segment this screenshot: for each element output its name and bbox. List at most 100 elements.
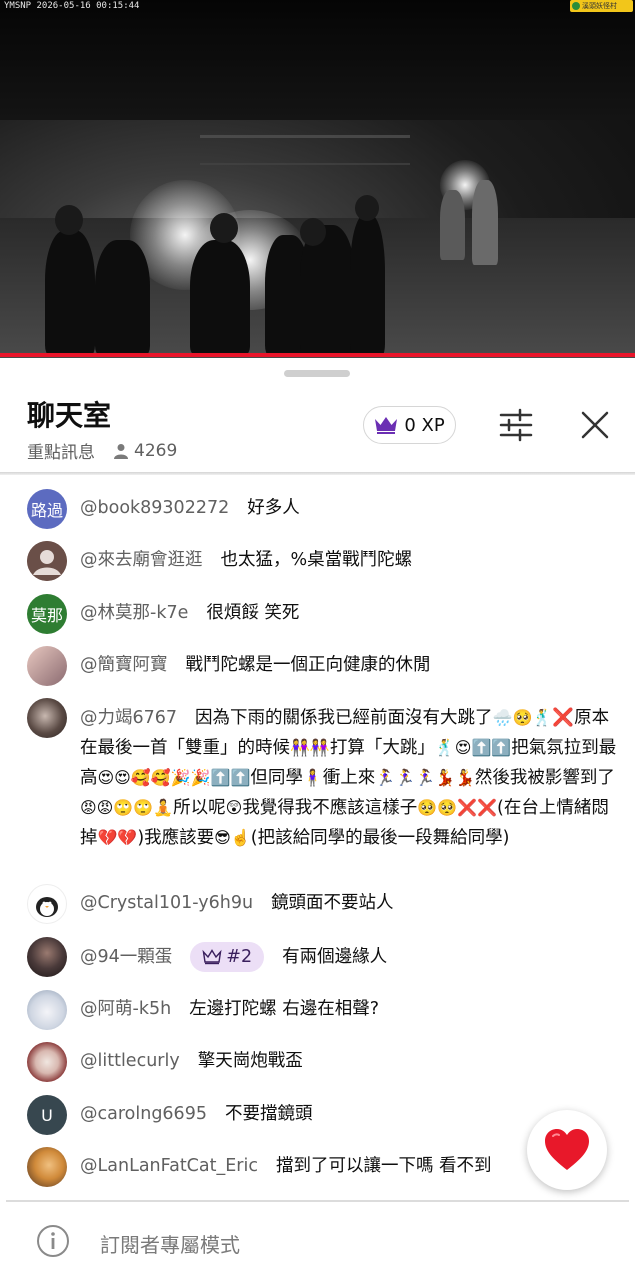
avatar[interactable] bbox=[27, 937, 67, 977]
chat-message[interactable]: @來去廟會逛逛 也太猛，%桌當戰鬥陀螺 bbox=[27, 541, 617, 581]
message-emoji: 🧍‍♀️ bbox=[302, 768, 323, 787]
message-body: @book89302272 好多人 bbox=[80, 489, 300, 529]
chat-subtitle: 重點訊息 4269 bbox=[27, 438, 178, 464]
chat-message[interactable]: @94一顆蛋 #2 有兩個邊緣人 bbox=[27, 937, 617, 977]
video-timestamp: YMSNP 2026-05-16 00:15:44 bbox=[4, 1, 140, 11]
avatar[interactable]: U bbox=[27, 1095, 67, 1135]
avatar[interactable]: 莫那 bbox=[27, 594, 67, 634]
chat-title: 聊天室 bbox=[27, 399, 112, 432]
heart-reaction-button[interactable] bbox=[527, 1110, 607, 1190]
tune-icon[interactable] bbox=[498, 408, 534, 442]
message-author[interactable]: @簡寶阿寶 bbox=[80, 655, 168, 675]
close-icon[interactable] bbox=[580, 410, 610, 440]
person-silhouette bbox=[190, 240, 250, 355]
message-emoji: 😡😡🙄🙄🧘 bbox=[80, 798, 174, 817]
message-author[interactable]: @94一顆蛋 bbox=[80, 947, 172, 967]
message-emoji: 😎☝️ bbox=[214, 828, 251, 847]
xp-label: 0 XP bbox=[404, 414, 445, 436]
message-author[interactable]: @來去廟會逛逛 bbox=[80, 550, 203, 570]
message-text-part: 衝上來 bbox=[322, 768, 376, 788]
xp-button[interactable]: 0 XP bbox=[363, 406, 456, 444]
chat-message[interactable]: @簡寶阿寶 戰鬥陀螺是一個正向健康的休閒 bbox=[27, 646, 617, 686]
message-body: @carolng6695 不要擋鏡頭 bbox=[80, 1095, 312, 1135]
default-avatar-icon bbox=[27, 541, 67, 581]
person-silhouette bbox=[45, 230, 95, 355]
penguin-avatar-icon bbox=[36, 897, 58, 917]
avatar[interactable] bbox=[27, 884, 67, 924]
live-progress-bar bbox=[0, 353, 635, 357]
message-text: 戰鬥陀螺是一個正向健康的休閒 bbox=[185, 655, 431, 675]
message-text-part: 所以呢 bbox=[173, 798, 226, 818]
message-text: 不要擋鏡頭 bbox=[224, 1104, 313, 1124]
message-text: 很煩餒 笑死 bbox=[206, 603, 300, 623]
message-text: 擋到了可以讓一下嗎 看不到 bbox=[275, 1156, 492, 1176]
message-author[interactable]: @LanLanFatCat_Eric bbox=[80, 1156, 258, 1176]
avatar[interactable]: 路過 bbox=[27, 489, 67, 529]
message-author[interactable]: @力竭6767 bbox=[80, 708, 177, 728]
message-author[interactable]: @book89302272 bbox=[80, 498, 229, 518]
message-author[interactable]: @阿萌-k5h bbox=[80, 999, 171, 1019]
chat-footer: 訂閱者專屬模式 bbox=[0, 1202, 635, 1280]
message-emoji: 🥺🥺❌❌ bbox=[417, 798, 497, 817]
subscriber-only-notice: 訂閱者專屬模式 bbox=[100, 1233, 240, 1257]
message-emoji: 😲 bbox=[225, 798, 243, 817]
crown-outline-icon bbox=[202, 949, 222, 965]
person-silhouette bbox=[95, 240, 150, 355]
message-text-part: 但同學 bbox=[250, 768, 303, 788]
viewer-count-value: 4269 bbox=[134, 440, 178, 461]
channel-logo-badge: 溪頭妖怪村 bbox=[570, 0, 633, 12]
message-body: @力竭6767 因為下雨的關係我已經前面沒有大跳了🌧️🥺🕺❌原本在最後一首「雙重」… bbox=[80, 698, 617, 853]
video-fence bbox=[200, 135, 410, 165]
message-emoji: 🌧️🥺🕺 bbox=[492, 708, 553, 727]
video-sky bbox=[0, 0, 635, 120]
video-player[interactable]: YMSNP 2026-05-16 00:15:44 溪頭妖怪村 bbox=[0, 0, 635, 358]
chat-message[interactable]: @Crystal101-y6h9u 鏡頭面不要站人 bbox=[27, 884, 617, 924]
avatar[interactable] bbox=[27, 1147, 67, 1187]
person-silhouette bbox=[350, 215, 385, 355]
heart-icon bbox=[545, 1129, 589, 1170]
message-author[interactable]: @林莫那-k7e bbox=[80, 603, 188, 623]
message-text-part: 然後我被影響到了 bbox=[474, 768, 615, 788]
message-text-part: (把該給同學的最後一段舞給同學) bbox=[250, 828, 510, 848]
chat-message[interactable]: @力竭6767 因為下雨的關係我已經前面沒有大跳了🌧️🥺🕺❌原本在最後一首「雙重」… bbox=[27, 698, 617, 853]
avatar[interactable] bbox=[27, 541, 67, 581]
message-text: 好多人 bbox=[247, 498, 300, 518]
message-text: 左邊打陀螺 右邊在相聲? bbox=[189, 999, 380, 1019]
chat-message[interactable]: @littlecurly 擎天崗炮戰盃 bbox=[27, 1042, 617, 1082]
chat-message[interactable]: U @carolng6695 不要擋鏡頭 bbox=[27, 1095, 617, 1135]
chat-mode-label[interactable]: 重點訊息 bbox=[27, 438, 95, 463]
message-text-part: 因為下雨的關係我已經前面沒有大跳了 bbox=[195, 708, 493, 728]
person-head bbox=[55, 205, 83, 235]
drag-handle[interactable] bbox=[284, 370, 350, 377]
chat-message[interactable]: 路過 @book89302272 好多人 bbox=[27, 489, 617, 529]
member-rank-badge[interactable]: #2 bbox=[190, 942, 265, 972]
member-rank-label: #2 bbox=[226, 946, 253, 967]
message-list[interactable]: 路過 @book89302272 好多人 @來去廟會逛逛 也太猛，%桌當戰鬥陀螺 莫… bbox=[0, 474, 635, 1188]
message-author[interactable]: @littlecurly bbox=[80, 1051, 180, 1071]
message-emoji: 🕺😍 bbox=[434, 738, 472, 757]
channel-logo-text: 溪頭妖怪村 bbox=[582, 2, 617, 10]
person-silhouette bbox=[440, 190, 465, 260]
message-author[interactable]: @carolng6695 bbox=[80, 1104, 207, 1124]
message-body: @littlecurly 擎天崗炮戰盃 bbox=[80, 1042, 303, 1082]
chat-message[interactable]: 莫那 @林莫那-k7e 很煩餒 笑死 bbox=[27, 594, 617, 634]
avatar[interactable] bbox=[27, 646, 67, 686]
info-icon[interactable] bbox=[36, 1224, 70, 1258]
message-text: 也太猛，%桌當戰鬥陀螺 bbox=[220, 550, 413, 570]
message-body: @LanLanFatCat_Eric 擋到了可以讓一下嗎 看不到 bbox=[80, 1147, 492, 1187]
person-head bbox=[300, 218, 326, 246]
avatar[interactable] bbox=[27, 1042, 67, 1082]
avatar[interactable] bbox=[27, 698, 67, 738]
message-text: 鏡頭面不要站人 bbox=[271, 893, 394, 913]
message-text-part: 打算「大跳」 bbox=[329, 738, 435, 758]
message-body: @Crystal101-y6h9u 鏡頭面不要站人 bbox=[80, 884, 394, 924]
message-author[interactable]: @Crystal101-y6h9u bbox=[80, 893, 253, 913]
crown-icon bbox=[375, 417, 398, 434]
message-body: @94一顆蛋 #2 有兩個邊緣人 bbox=[80, 937, 387, 977]
message-body: @林莫那-k7e 很煩餒 笑死 bbox=[80, 594, 299, 634]
message-text-part: 我覺得我不應該這樣子 bbox=[242, 798, 418, 818]
avatar[interactable] bbox=[27, 990, 67, 1030]
chat-message[interactable]: @阿萌-k5h 左邊打陀螺 右邊在相聲? bbox=[27, 990, 617, 1030]
message-body: @阿萌-k5h 左邊打陀螺 右邊在相聲? bbox=[80, 990, 379, 1030]
message-emoji: 💔💔 bbox=[97, 828, 138, 847]
